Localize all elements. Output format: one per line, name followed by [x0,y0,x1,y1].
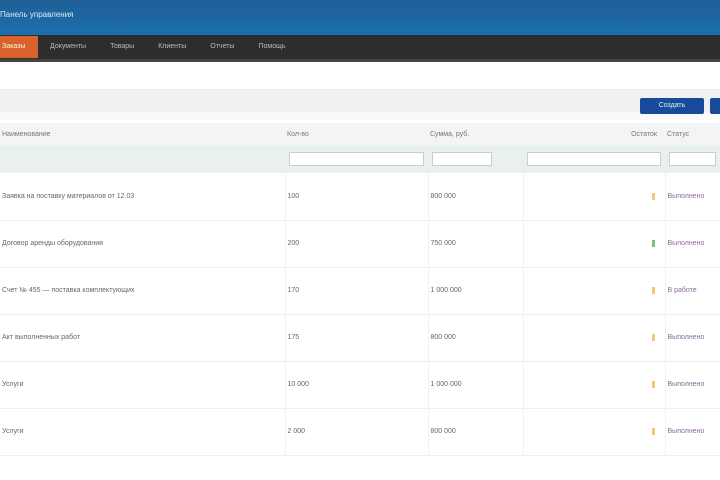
cell-status: Выполнено [665,173,720,221]
col-header-balance[interactable]: Остаток [523,123,665,145]
cell-balance [523,220,666,268]
cell-qty: 2 000 [285,408,429,456]
main-nav: Заказы Документы Товары Клиенты Отчеты П… [0,35,720,62]
app-title: Панель управления [0,10,74,19]
cell-sum: 750 000 [428,220,524,268]
app-header: Панель управления [0,0,720,35]
cell-name: Счет № 455 — поставка комплектующих [0,267,286,315]
cell-balance [523,173,666,221]
nav-tab-documents[interactable]: Документы [38,37,98,57]
cell-status: В работе [665,267,720,315]
cell-status: Выполнено [665,408,720,456]
cell-qty: 200 [285,220,429,268]
cell-qty: 100 [285,173,429,221]
status-marker [651,240,655,247]
toolbar: Создать [0,90,720,120]
cell-qty: 170 [285,267,429,315]
cell-status: Выполнено [665,314,720,362]
col-header-sum[interactable]: Сумма, руб. [428,123,523,145]
cell-sum: 1 000 000 [428,267,524,315]
status-marker [651,287,655,294]
table-row[interactable]: Услуги 2 000 800 000 Выполнено [0,408,720,456]
cell-balance [523,267,666,315]
cell-name: Договор аренды оборудования [0,220,286,268]
cell-sum: 800 000 [428,173,524,221]
status-marker [651,192,655,200]
secondary-button[interactable] [710,98,720,114]
nav-tab-products[interactable]: Товары [98,37,146,57]
cell-status: Выполнено [665,361,720,409]
col-header-qty[interactable]: Кол-во [285,123,428,145]
cell-balance [523,408,666,456]
sub-strip [0,62,720,90]
nav-tab-reports[interactable]: Отчеты [198,37,246,57]
col-header-name[interactable]: Наименование [0,123,285,145]
filter-balance-input[interactable] [527,152,661,166]
cell-balance [523,361,666,409]
data-table: Наименование Кол-во Сумма, руб. Остаток … [0,123,720,456]
cell-status: Выполнено [665,220,720,268]
table-row[interactable]: Услуги 10 000 1 000 000 Выполнено [0,361,720,409]
col-header-status[interactable]: Статус [665,123,720,145]
nav-tab-help[interactable]: Помощь [246,37,297,57]
table-row[interactable]: Заявка на поставку материалов от 12.03 1… [0,173,720,221]
cell-sum: 800 000 [428,314,524,362]
nav-tab-clients[interactable]: Клиенты [146,37,198,57]
cell-sum: 800 000 [428,408,524,456]
create-button[interactable]: Создать [640,98,704,114]
status-marker [651,428,655,435]
filter-row [0,145,720,173]
cell-balance [523,314,666,362]
status-marker [651,334,655,341]
nav-tab-orders[interactable]: Заказы [0,36,38,58]
cell-qty: 10 000 [285,361,429,409]
table-row[interactable]: Договор аренды оборудования 200 750 000 … [0,220,720,268]
filter-qty-input[interactable] [289,152,424,166]
cell-sum: 1 000 000 [428,361,524,409]
table-row[interactable]: Акт выполненных работ 175 800 000 Выполн… [0,314,720,362]
cell-name: Акт выполненных работ [0,314,286,362]
filter-status-input[interactable] [669,152,716,166]
table-row[interactable]: Счет № 455 — поставка комплектующих 170 … [0,267,720,315]
cell-name: Услуги [0,361,286,409]
cell-name: Заявка на поставку материалов от 12.03 [0,173,286,221]
status-marker [651,381,655,388]
cell-qty: 175 [285,314,429,362]
filter-sum-input[interactable] [432,152,492,166]
cell-name: Услуги [0,408,286,456]
